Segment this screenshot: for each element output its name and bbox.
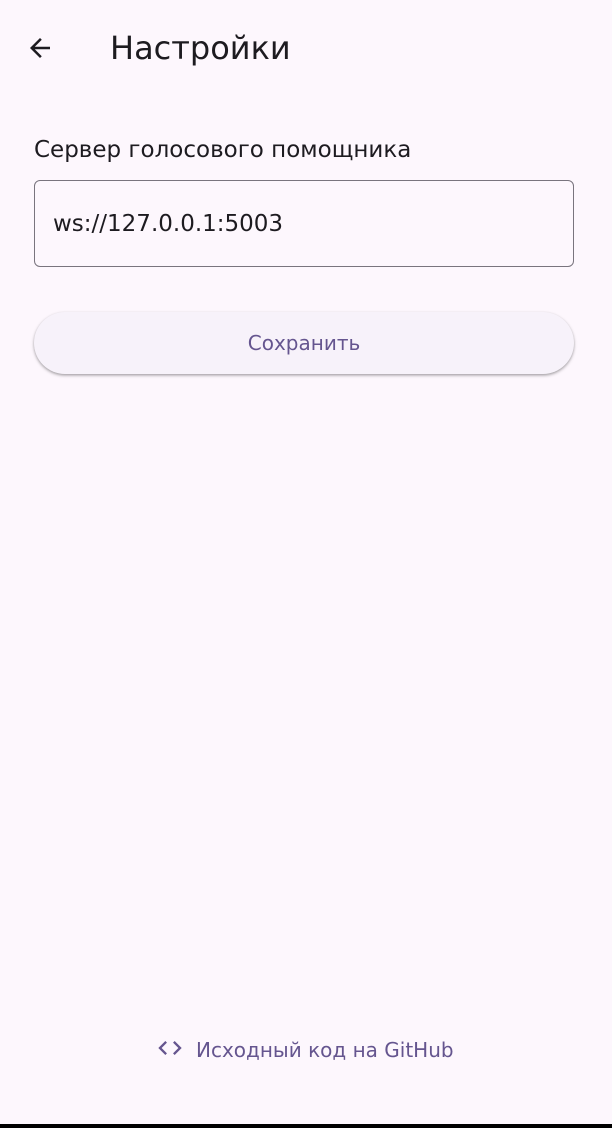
github-link-button[interactable]: Исходный код на GitHub: [142, 1022, 468, 1078]
server-field-label: Сервер голосового помощника: [34, 137, 412, 163]
app-bar: Настройки: [0, 0, 612, 98]
save-button[interactable]: Сохранить: [34, 312, 574, 374]
code-icon: [156, 1034, 184, 1066]
back-button[interactable]: [12, 22, 68, 78]
server-url-input[interactable]: [34, 180, 574, 267]
bottom-edge-bar: [0, 1124, 612, 1128]
arrow-back-icon: [25, 33, 55, 67]
github-link-label: Исходный код на GitHub: [196, 1038, 454, 1062]
page-title: Настройки: [110, 29, 291, 67]
